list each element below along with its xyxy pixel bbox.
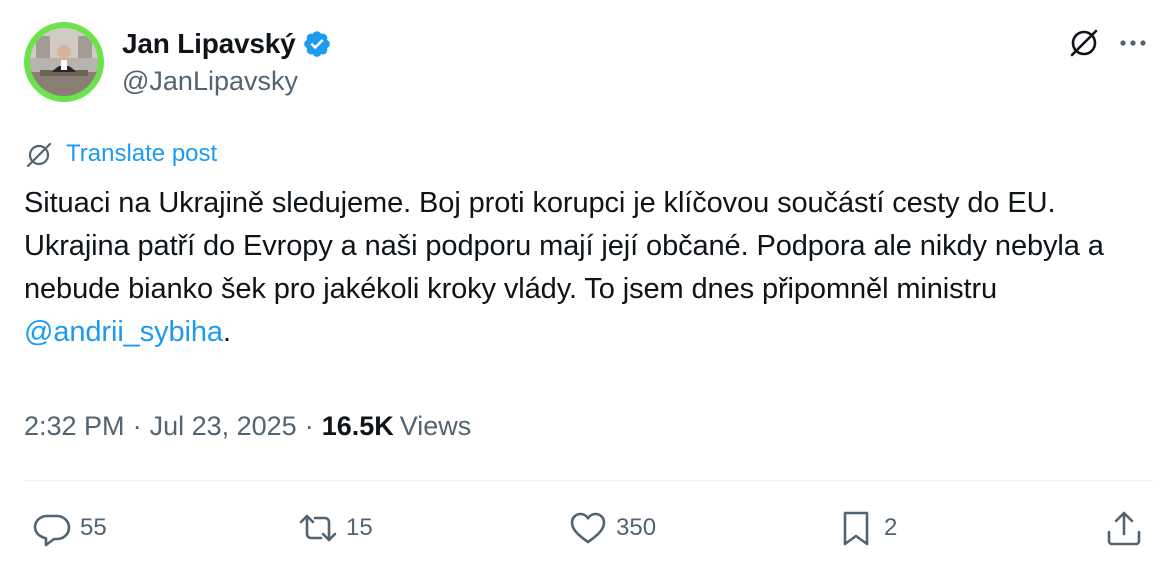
tweet-card: Jan Lipavský @JanLipavsky Translate post… (0, 0, 1174, 572)
tweet-meta: 2:32 PM · Jul 23, 2025 · 16.5K Views (24, 408, 471, 444)
share-icon (1107, 511, 1141, 546)
share-button[interactable] (1104, 508, 1144, 548)
tweet-time[interactable]: 2:32 PM (24, 411, 125, 442)
translate-globe-icon (26, 142, 52, 168)
tweet-date[interactable]: Jul 23, 2025 (150, 411, 297, 442)
author-name-row[interactable]: Jan Lipavský (122, 26, 332, 62)
verified-badge-icon (304, 31, 331, 57)
reply-count: 55 (80, 514, 107, 541)
more-dots-icon (1120, 40, 1146, 46)
avatar-image (30, 28, 98, 96)
like-count: 350 (616, 514, 657, 541)
tweet-text-main: Situaci na Ukrajině sledujeme. Boj proti… (24, 187, 1104, 305)
views-count[interactable]: 16.5K (322, 411, 394, 442)
like-button[interactable]: 350 (568, 508, 656, 548)
author-handle[interactable]: @JanLipavsky (122, 66, 298, 97)
mention-link[interactable]: @andrii_sybiha (24, 316, 223, 348)
repost-count: 15 (346, 514, 373, 541)
reply-button[interactable]: 55 (32, 508, 107, 548)
bookmark-button[interactable]: 2 (836, 508, 897, 548)
tweet-text: Situaci na Ukrajině sledujeme. Boj proti… (24, 182, 1154, 354)
meta-separator: · (304, 410, 314, 441)
repost-button[interactable]: 15 (298, 508, 373, 548)
tweet-text-end: . (222, 316, 231, 348)
grok-button[interactable] (1066, 24, 1102, 60)
meta-separator: · (132, 410, 142, 441)
translate-post-link[interactable]: Translate post (24, 140, 217, 168)
views-label[interactable]: Views (400, 411, 472, 442)
more-button[interactable] (1118, 28, 1148, 58)
grok-icon (1070, 29, 1098, 57)
bookmark-count: 2 (884, 514, 898, 541)
divider (24, 480, 1154, 481)
avatar[interactable] (30, 28, 98, 96)
bookmark-icon (843, 511, 869, 546)
author-display-name[interactable]: Jan Lipavský (122, 28, 296, 60)
reply-icon (33, 514, 71, 547)
avatar-ring[interactable] (24, 22, 104, 102)
repost-icon (299, 514, 337, 542)
translate-label[interactable]: Translate post (66, 140, 217, 168)
heart-icon (570, 512, 606, 544)
